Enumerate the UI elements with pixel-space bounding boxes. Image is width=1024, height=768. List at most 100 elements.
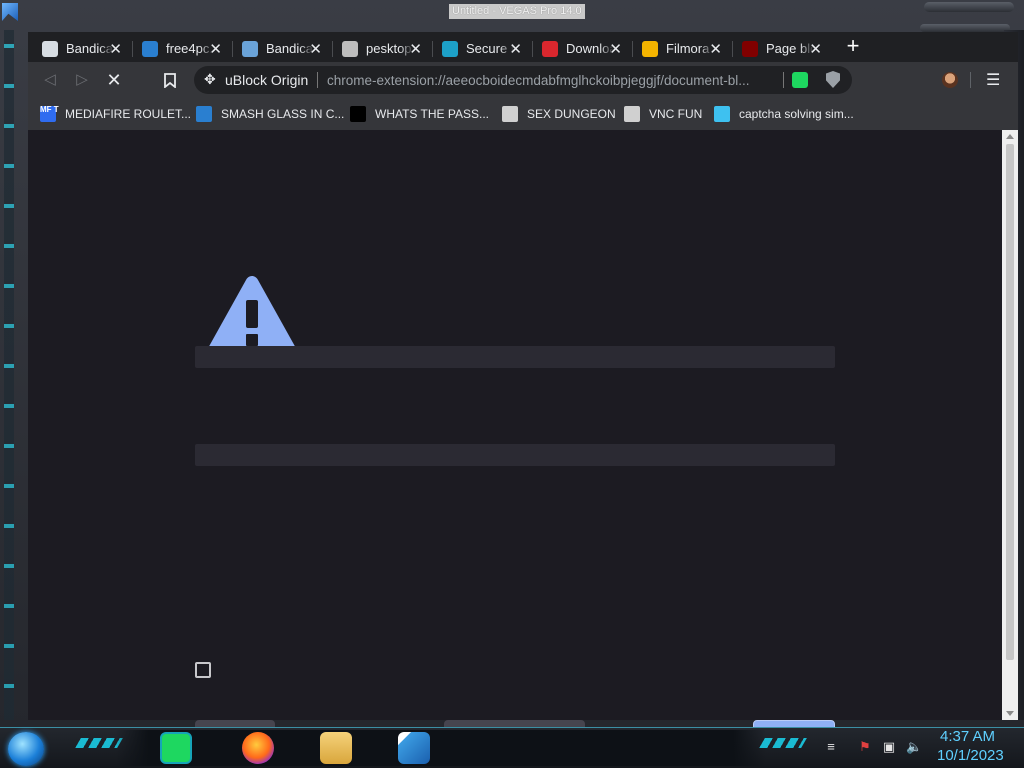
- tab-close-icon[interactable]: ✕: [309, 40, 322, 58]
- tab-separator: [432, 41, 433, 57]
- tab-close-icon[interactable]: ✕: [709, 40, 722, 58]
- github-icon: [342, 40, 358, 57]
- forward-arrow-icon[interactable]: ▷: [72, 70, 92, 90]
- bookmark-item[interactable]: SEX DUNGEON: [502, 104, 616, 124]
- file-explorer-task-icon[interactable]: [320, 732, 352, 764]
- bookmark-label: SEX DUNGEON: [527, 107, 616, 121]
- frame-decoration: [924, 2, 1014, 12]
- clock-date[interactable]: 10/1/2023: [937, 747, 1004, 764]
- tab-separator: [132, 41, 133, 57]
- spotify-task-icon[interactable]: [160, 732, 192, 764]
- taskbar-decoration: [759, 738, 807, 748]
- vertical-scrollbar[interactable]: [1002, 130, 1018, 720]
- tab[interactable]: Download✕: [532, 35, 632, 62]
- ublock-icon: [742, 40, 758, 57]
- browser-window: + Bandicam✕free4pc.org✕Bandicam✕pesktop✕…: [28, 32, 1018, 756]
- tab-close-icon[interactable]: ✕: [209, 40, 222, 58]
- page-content: Go back Close this window Proceed: [28, 130, 1002, 756]
- tab-separator: [232, 41, 233, 57]
- menu-icon[interactable]: ☰: [986, 70, 1000, 90]
- tab-label: free4pc.org: [166, 41, 214, 56]
- scroll-up-arrow-icon[interactable]: [1006, 134, 1014, 139]
- skull-icon: [624, 106, 640, 122]
- frame-left-edge: [4, 30, 14, 720]
- tab-separator: [332, 41, 333, 57]
- bookmark-label: SMASH GLASS IN C...: [221, 107, 345, 121]
- tab[interactable]: free4pc.org✕: [132, 35, 232, 62]
- tab-separator: [732, 41, 733, 57]
- bookmark-label: VNC FUN: [649, 107, 703, 121]
- bookmark-label: MEDIAFIRE ROULET...: [65, 107, 192, 121]
- back-arrow-icon[interactable]: ◁: [40, 70, 60, 90]
- tab[interactable]: pesktop ✕: [332, 35, 432, 62]
- url-text[interactable]: chrome-extension://aeeocboidecmdabfmglhc…: [327, 73, 777, 88]
- tab-separator: [532, 41, 533, 57]
- dont-warn-checkbox[interactable]: [195, 662, 211, 678]
- frame-logo-icon: [2, 3, 18, 21]
- tab-label: Secure Download: [466, 41, 514, 56]
- tab[interactable]: Page blocked✕: [732, 35, 832, 62]
- tab-label: pesktop: [366, 41, 412, 56]
- tab-close-icon[interactable]: ✕: [409, 40, 422, 58]
- address-bar[interactable]: ✥ uBlock Origin chrome-extension://aeeoc…: [194, 66, 852, 94]
- window-title: Untitled - VEGAS Pro 14.0: [449, 4, 585, 19]
- tab-close-icon[interactable]: ✕: [609, 40, 622, 58]
- extension-puzzle-icon: ✥: [204, 71, 216, 87]
- bookmark-item[interactable]: captcha solving sim...: [714, 104, 854, 124]
- bandicam-icon: [42, 40, 58, 57]
- globe-icon: [242, 40, 258, 57]
- divider: [970, 72, 971, 88]
- bookmark-item[interactable]: SMASH GLASS IN C...: [196, 104, 344, 124]
- bookmark-item[interactable]: MF T MEDIAFIRE ROULET...: [40, 104, 191, 124]
- mediafire-icon: MF T: [40, 106, 59, 122]
- tab-separator: [632, 41, 633, 57]
- network-icon[interactable]: ▣: [882, 740, 896, 754]
- password-icon: [350, 106, 366, 122]
- filmora-icon: [642, 40, 658, 57]
- taskbar: ≡ ⚑ ▣ 🔈 4:37 AM 10/1/2023: [0, 727, 1024, 768]
- bookmark-icon[interactable]: [160, 70, 180, 90]
- caret-icon: [714, 106, 730, 122]
- scroll-down-arrow-icon[interactable]: [1006, 711, 1014, 716]
- filter-details-field: [195, 444, 835, 466]
- firefox-task-icon[interactable]: [242, 732, 274, 764]
- action-center-flag-icon[interactable]: ⚑: [858, 740, 872, 754]
- start-button[interactable]: [8, 732, 44, 766]
- show-hidden-icons-icon[interactable]: ≡: [824, 740, 838, 754]
- bookmark-label: WHATS THE PASS...: [375, 107, 490, 121]
- tab-label: Page blocked: [766, 41, 814, 56]
- tab-strip: + Bandicam✕free4pc.org✕Bandicam✕pesktop✕…: [28, 32, 1018, 62]
- bookmark-label: captcha solving sim...: [739, 107, 854, 121]
- secure-download-icon: [442, 40, 458, 57]
- tab[interactable]: Filmora ✕: [632, 35, 732, 62]
- tab-label: Download: [566, 41, 614, 56]
- bookmark-item[interactable]: VNC FUN: [624, 104, 702, 124]
- stop-loading-icon[interactable]: ✕: [104, 70, 124, 90]
- clock-time[interactable]: 4:37 AM: [940, 728, 995, 745]
- taskbar-apps-area: [116, 730, 766, 766]
- scrollbar-thumb[interactable]: [1006, 144, 1014, 660]
- tab[interactable]: Secure Download✕: [432, 35, 532, 62]
- tab[interactable]: Bandicam✕: [32, 35, 132, 62]
- spotify-extension-icon[interactable]: [792, 72, 808, 88]
- tab-close-icon[interactable]: ✕: [509, 40, 522, 58]
- vegas-pro-task-icon[interactable]: [398, 732, 430, 764]
- free4pc-icon: [142, 40, 158, 57]
- vscode-icon: [196, 106, 212, 122]
- skull-icon: [502, 106, 518, 122]
- tab-label: Filmora: [666, 41, 710, 56]
- profile-avatar[interactable]: [942, 72, 958, 88]
- divider: [317, 72, 318, 88]
- extension-chip: uBlock Origin: [225, 72, 309, 88]
- tab[interactable]: Bandicam✕: [232, 35, 332, 62]
- new-tab-button[interactable]: +: [842, 35, 864, 58]
- tab-close-icon[interactable]: ✕: [109, 40, 122, 58]
- volume-icon[interactable]: 🔈: [906, 740, 922, 754]
- divider: [783, 72, 784, 88]
- mega-icon: [542, 40, 558, 57]
- browser-toolbar: ◁ ▷ ✕ ✥ uBlock Origin chrome-extension:/…: [28, 62, 1018, 98]
- bookmarks-bar: MF T MEDIAFIRE ROULET... SMASH GLASS IN C.…: [28, 98, 1018, 130]
- bookmark-item[interactable]: WHATS THE PASS...: [350, 104, 489, 124]
- shield-extension-icon[interactable]: [826, 71, 840, 88]
- tab-close-icon[interactable]: ✕: [809, 40, 822, 58]
